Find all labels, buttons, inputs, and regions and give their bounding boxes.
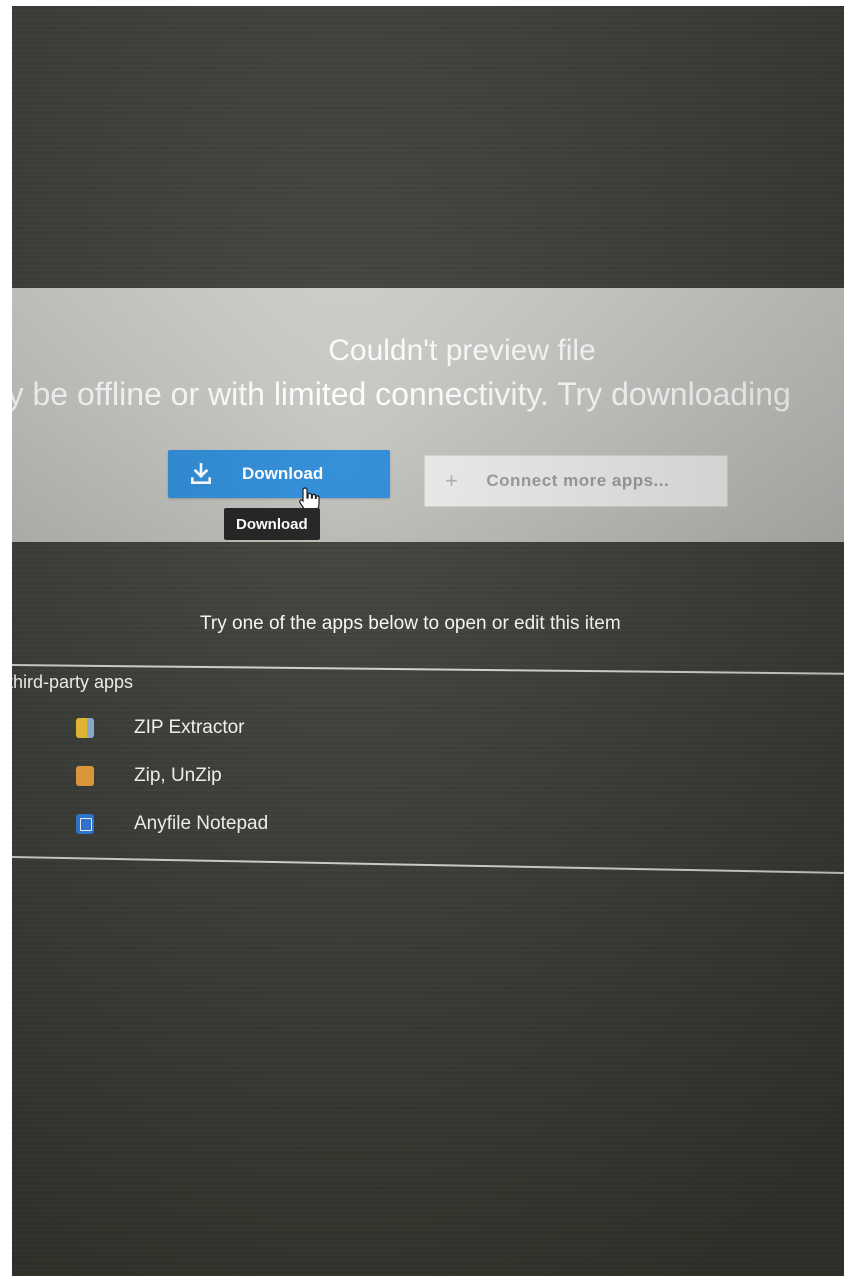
preview-error-title: Couldn't preview file: [328, 334, 596, 367]
download-button[interactable]: Download: [168, 450, 390, 498]
zip-unzip-icon: [76, 766, 94, 786]
plus-icon: +: [445, 468, 459, 493]
app-item-zip-unzip[interactable]: Zip, UnZip: [76, 761, 222, 791]
app-item-zip-extractor[interactable]: ZIP Extractor: [76, 713, 245, 743]
app-name: Anyfile Notepad: [134, 813, 269, 834]
download-icon: [191, 462, 211, 484]
app-item-anyfile-notepad[interactable]: Anyfile Notepad: [76, 809, 268, 839]
connect-more-apps-label: Connect more apps...: [486, 471, 670, 490]
download-button-label: Download: [242, 464, 324, 483]
divider: [12, 664, 844, 675]
screen: Couldn't preview file nay be offline or …: [12, 6, 844, 1276]
divider: [12, 856, 844, 874]
download-tooltip: Download: [224, 508, 320, 540]
anyfile-notepad-icon: [76, 814, 94, 834]
app-name: ZIP Extractor: [134, 717, 245, 738]
third-party-apps-heading: third-party apps: [12, 672, 134, 692]
app-name: Zip, UnZip: [134, 765, 222, 786]
preview-error-message: nay be offline or with limited connectiv…: [12, 376, 791, 412]
connect-more-apps-button[interactable]: + Connect more apps...: [424, 455, 728, 507]
zip-extractor-icon: [76, 718, 94, 738]
apps-prompt: Try one of the apps below to open or edi…: [200, 613, 621, 634]
